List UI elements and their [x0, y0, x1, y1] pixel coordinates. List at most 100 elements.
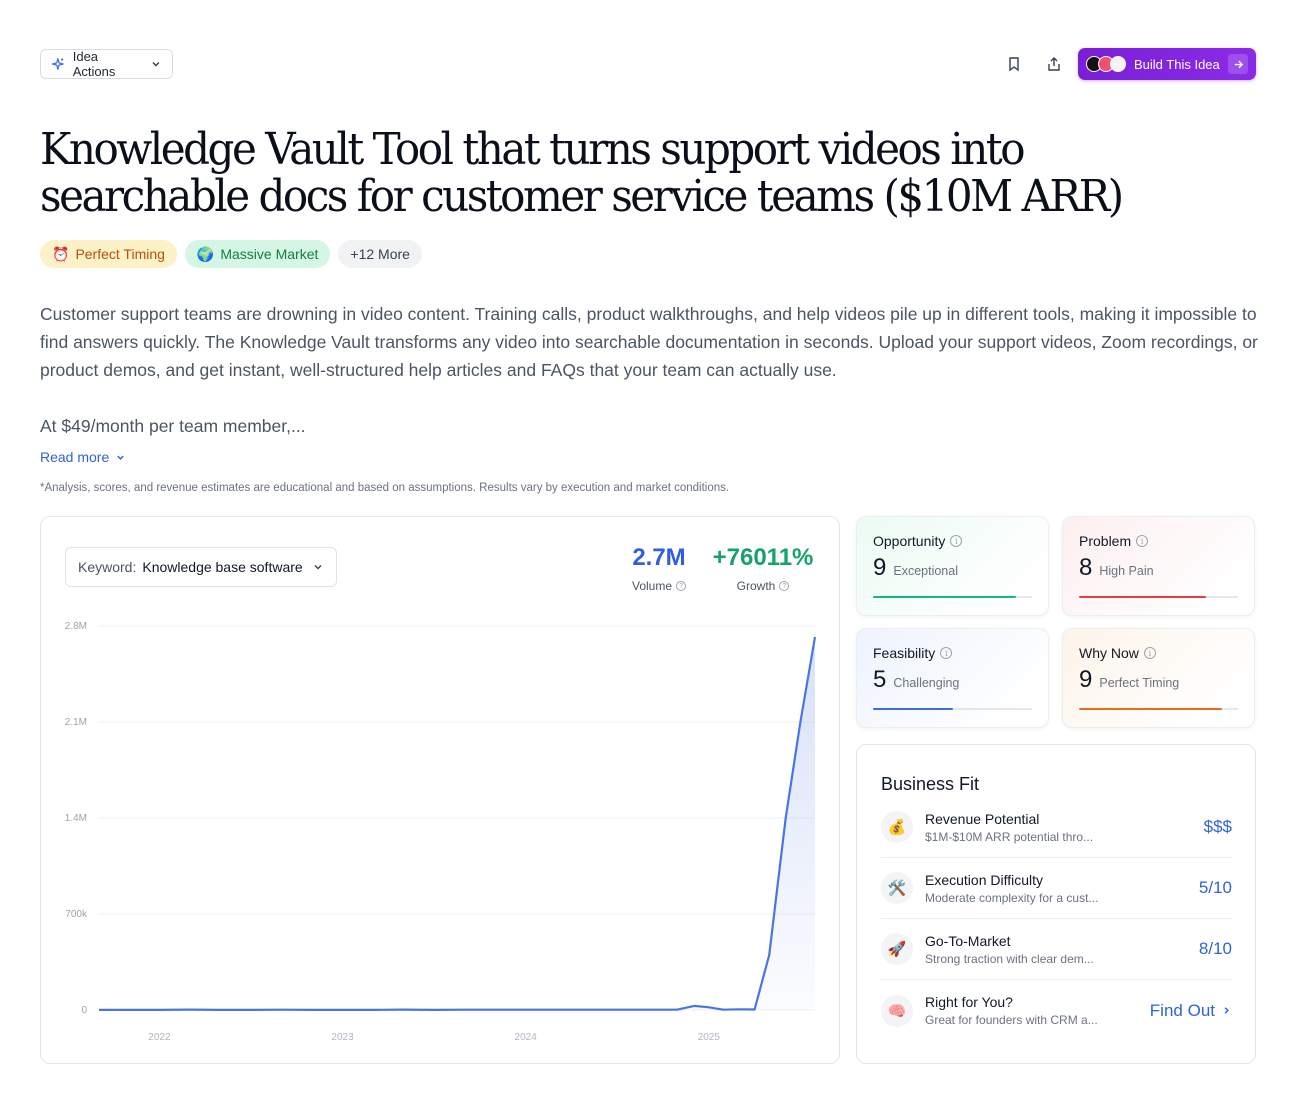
business-fit-card: Business Fit 💰 Revenue Potential $1M-$10…: [856, 744, 1256, 1064]
score-head: Problem i: [1079, 533, 1238, 549]
y-tick-label: 2.8M: [65, 621, 87, 632]
info-icon[interactable]: i: [950, 535, 963, 547]
y-tick-label: 700k: [65, 909, 88, 920]
keyword-select[interactable]: Keyword: Knowledge base software: [65, 547, 337, 587]
score-card-feasibility[interactable]: Feasibility i 5 Challenging: [856, 628, 1049, 728]
score-value: 5: [873, 666, 887, 693]
fit-desc: Great for founders with CRM a...: [925, 1013, 1098, 1027]
score-bar-track: [873, 596, 1032, 598]
volume-label-row: Volume ?: [627, 579, 691, 593]
fit-row-go-to-market[interactable]: 🚀 Go-To-Market Strong traction with clea…: [881, 919, 1232, 980]
score-name: Why Now: [1079, 645, 1139, 661]
find-out-link[interactable]: Find Out: [1150, 1001, 1232, 1021]
partner-logos: [1086, 56, 1126, 72]
score-label: High Pain: [1099, 564, 1154, 578]
score-card-problem[interactable]: Problem i 8 High Pain: [1062, 516, 1255, 616]
fit-text: Right for You? Great for founders with C…: [925, 994, 1098, 1027]
fit-name: Go-To-Market: [925, 932, 1011, 949]
idea-description-continued: At $49/month per team member,...: [40, 416, 306, 436]
x-tick-label: 2023: [331, 1032, 354, 1043]
y-tick-label: 2.1M: [65, 717, 87, 728]
chevron-down-icon: [314, 565, 322, 570]
growth-stat: +76011% Growth ?: [709, 543, 817, 593]
score-name: Problem: [1079, 533, 1132, 549]
fit-desc: $1M-$10M ARR potential thro...: [925, 829, 1094, 844]
fit-name: Revenue Potential: [925, 810, 1040, 827]
score-value: 8: [1079, 554, 1093, 581]
keyword-label: Keyword:: [78, 559, 137, 575]
share-button[interactable]: [1042, 52, 1066, 76]
help-icon[interactable]: ?: [779, 581, 790, 591]
rocket-icon: 🚀: [881, 933, 913, 965]
fit-text: Execution Difficulty Moderate complexity…: [925, 872, 1098, 905]
tag-label: Perfect Timing: [75, 246, 165, 262]
score-bar-fill: [1079, 708, 1223, 710]
chevron-down-icon: [117, 455, 125, 460]
growth-label: Growth: [736, 579, 776, 593]
find-out-label: Find Out: [1149, 1000, 1215, 1020]
score-value: 9: [1079, 666, 1093, 693]
growth-value: +76011%: [712, 544, 814, 571]
volume-value: 2.7M: [632, 544, 686, 571]
score-head: Opportunity i: [873, 533, 1032, 549]
score-label: Perfect Timing: [1099, 676, 1180, 690]
chevron-right-icon: [1224, 1007, 1229, 1014]
trend-chart: 0 700k 1.4M 2.1M 2.8M 2022 2023 2024 2025: [65, 621, 817, 1043]
tag-massive-market[interactable]: 🌍 Massive Market: [184, 240, 331, 268]
score-row: 8 High Pain: [1079, 553, 1238, 583]
help-icon[interactable]: ?: [676, 581, 687, 591]
x-tick-label: 2025: [698, 1032, 721, 1043]
score-head: Why Now i: [1079, 645, 1238, 661]
chevron-down-icon: [152, 62, 160, 67]
info-icon[interactable]: i: [1143, 647, 1156, 659]
score-card-why-now[interactable]: Why Now i 9 Perfect Timing: [1062, 628, 1255, 728]
y-tick-label: 0: [81, 1005, 87, 1016]
brain-icon: 🧠: [881, 994, 913, 1027]
fit-text: Revenue Potential $1M-$10M ARR potential…: [925, 811, 1093, 844]
build-button-label: Build This Idea: [1134, 56, 1220, 72]
globe-icon: 🌍: [196, 245, 215, 262]
fit-value: 5/10: [1198, 878, 1232, 897]
read-more-label: Read more: [40, 449, 110, 465]
info-icon[interactable]: i: [1136, 535, 1149, 547]
sparkle-icon: [52, 58, 64, 70]
score-row: 9 Perfect Timing: [1079, 665, 1238, 695]
trend-chart-card: Keyword: Knowledge base software 2.7M Vo…: [40, 516, 840, 1064]
fit-value: 8/10: [1198, 939, 1232, 958]
score-bar-fill: [1079, 596, 1207, 598]
growth-label-row: Growth ?: [709, 579, 817, 593]
tag-label: Massive Market: [220, 246, 319, 262]
info-icon[interactable]: i: [940, 647, 953, 659]
tag-perfect-timing[interactable]: ⏰ Perfect Timing: [40, 240, 177, 268]
score-row: 9 Exceptional: [873, 553, 1032, 583]
money-bag-icon: 💰: [881, 811, 913, 843]
x-tick-label: 2024: [515, 1032, 538, 1043]
top-bar: Idea Actions Build This Idea: [40, 48, 1256, 80]
fit-text: Go-To-Market Strong traction with clear …: [925, 933, 1094, 966]
read-more-link[interactable]: Read more: [40, 449, 126, 465]
score-name: Opportunity: [873, 533, 946, 549]
fit-desc: Strong traction with clear dem...: [925, 951, 1094, 966]
arrow-right-icon: [1228, 54, 1248, 74]
fit-row-right-for-you[interactable]: 🧠 Right for You? Great for founders with…: [881, 980, 1232, 1041]
bookmark-button[interactable]: [1002, 52, 1026, 76]
score-head: Feasibility i: [873, 645, 1032, 661]
score-name: Feasibility: [873, 645, 936, 661]
volume-stat: 2.7M Volume ?: [627, 543, 691, 593]
fit-row-revenue-potential[interactable]: 💰 Revenue Potential $1M-$10M ARR potenti…: [881, 797, 1232, 858]
alarm-clock-icon: ⏰: [52, 245, 70, 262]
y-tick-label: 1.4M: [65, 813, 87, 824]
tag-more-button[interactable]: +12 More: [338, 240, 422, 268]
score-label: Exceptional: [893, 564, 958, 578]
share-icon: [1048, 57, 1060, 71]
fit-desc: Moderate complexity for a cust...: [925, 890, 1099, 905]
score-card-opportunity[interactable]: Opportunity i 9 Exceptional: [856, 516, 1049, 616]
disclaimer: *Analysis, scores, and revenue estimates…: [40, 482, 730, 494]
fit-row-execution-difficulty[interactable]: 🛠️ Execution Difficulty Moderate complex…: [881, 858, 1232, 919]
build-this-idea-button[interactable]: Build This Idea: [1078, 48, 1256, 80]
idea-actions-dropdown[interactable]: Idea Actions: [40, 49, 173, 79]
idea-description: Customer support teams are drowning in v…: [40, 304, 1258, 380]
score-row: 5 Challenging: [873, 665, 1032, 695]
score-bar-fill: [873, 596, 1017, 598]
business-fit-title: Business Fit: [881, 774, 980, 794]
